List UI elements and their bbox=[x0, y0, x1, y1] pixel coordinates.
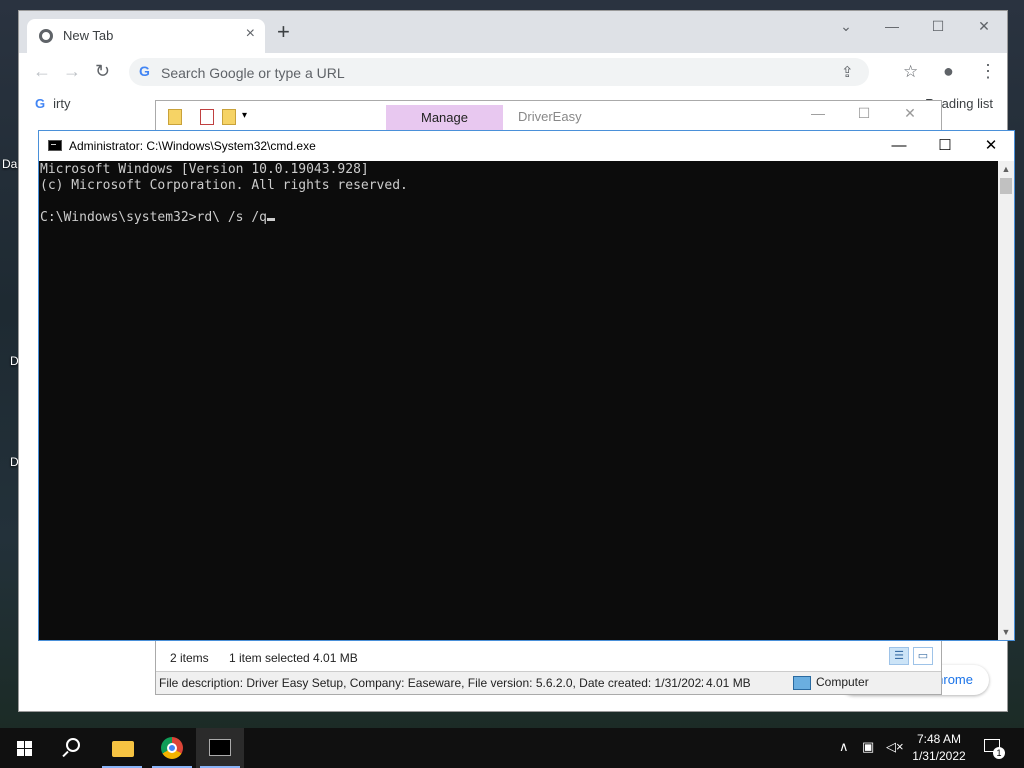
console-line: (c) Microsoft Corporation. All rights re… bbox=[40, 178, 408, 193]
details-view-icon[interactable]: ☰ bbox=[889, 647, 909, 665]
windows-logo-icon bbox=[17, 749, 24, 756]
minimize-icon[interactable]: — bbox=[876, 131, 922, 161]
cmd-icon bbox=[209, 739, 231, 756]
text-cursor bbox=[266, 218, 275, 221]
back-icon[interactable]: ← bbox=[33, 61, 51, 82]
console-line: Microsoft Windows [Version 10.0.19043.92… bbox=[40, 162, 369, 177]
cmd-titlebar: Administrator: C:\Windows\System32\cmd.e… bbox=[39, 131, 1014, 161]
explorer-titlebar: ▾ Manage DriverEasy — ☐ ✕ bbox=[156, 101, 941, 131]
taskbar: ∧ ▣ ◁× 7:48 AM 1/31/2022 1 bbox=[0, 728, 1024, 768]
minimize-icon[interactable]: — bbox=[869, 11, 915, 43]
properties-icon[interactable] bbox=[200, 109, 214, 125]
maximize-icon[interactable]: ☐ bbox=[841, 105, 887, 122]
folder-icon bbox=[112, 741, 134, 757]
search-icon-handle bbox=[62, 750, 69, 758]
network-icon[interactable]: ▣ bbox=[862, 739, 874, 755]
chrome-icon-center bbox=[167, 743, 177, 753]
notification-count: 1 bbox=[993, 747, 1005, 759]
show-hidden-icons-icon[interactable]: ∧ bbox=[839, 739, 849, 755]
chrome-favicon-icon bbox=[39, 29, 53, 43]
close-icon[interactable]: ✕ bbox=[968, 131, 1014, 161]
search-button[interactable] bbox=[48, 728, 96, 768]
toolbar: ← → ↻ G ⇪ ☆ ● ⋮ bbox=[19, 53, 1007, 91]
bookmark-label: irty bbox=[53, 96, 71, 111]
menu-icon[interactable]: ⋮ bbox=[979, 61, 997, 82]
clock[interactable]: 7:48 AM 1/31/2022 bbox=[900, 731, 978, 765]
command-input[interactable]: C:\Windows\system32>rd\ /s /q bbox=[40, 210, 267, 225]
status-bar: 2 items 1 item selected 4.01 MB ☰ ▭ bbox=[156, 647, 941, 669]
action-center-button[interactable]: 1 bbox=[982, 737, 1005, 759]
large-icons-view-icon[interactable]: ▭ bbox=[913, 647, 933, 665]
cmd-taskbar-button[interactable] bbox=[196, 728, 244, 768]
maximize-icon[interactable]: ☐ bbox=[915, 11, 961, 43]
profile-icon[interactable]: ● bbox=[943, 61, 954, 82]
new-folder-icon[interactable] bbox=[222, 109, 236, 125]
location-label: Computer bbox=[816, 675, 869, 689]
windows-logo-icon bbox=[25, 749, 32, 756]
window-title: DriverEasy bbox=[518, 109, 582, 124]
customize-toolbar-icon[interactable]: ▾ bbox=[242, 110, 247, 121]
maximize-icon[interactable]: ☐ bbox=[922, 131, 968, 161]
omnibox[interactable]: G ⇪ bbox=[129, 58, 869, 86]
windows-logo-icon bbox=[17, 741, 24, 748]
file-description: File description: Driver Easy Setup, Com… bbox=[159, 676, 703, 690]
console-prompt-line[interactable]: C:\Windows\system32>rd\ /s /q bbox=[40, 210, 1000, 226]
details-bar: File description: Driver Easy Setup, Com… bbox=[156, 671, 941, 694]
scroll-down-icon[interactable]: ▼ bbox=[998, 624, 1014, 640]
search-icon bbox=[66, 738, 80, 752]
tab-new-tab[interactable]: New Tab × bbox=[27, 19, 265, 53]
google-icon: G bbox=[35, 96, 46, 111]
folder-icon bbox=[168, 109, 182, 125]
windows-logo-icon bbox=[25, 741, 32, 748]
desktop-icon-label[interactable]: Da bbox=[2, 157, 17, 171]
scrollbar-thumb[interactable] bbox=[1000, 178, 1012, 194]
view-toggle: ☰ ▭ bbox=[889, 647, 933, 665]
forward-icon[interactable]: → bbox=[63, 61, 81, 82]
address-input[interactable] bbox=[159, 62, 763, 84]
file-size: 4.01 MB bbox=[706, 676, 751, 690]
item-count: 2 items bbox=[170, 651, 209, 665]
close-icon[interactable]: ✕ bbox=[887, 105, 933, 122]
tab-bar: New Tab × + ⌄ — ☐ ✕ bbox=[19, 11, 1007, 53]
window-title: Administrator: C:\Windows\System32\cmd.e… bbox=[69, 139, 316, 153]
chrome-taskbar-button[interactable] bbox=[148, 728, 196, 768]
console-output[interactable]: Microsoft Windows [Version 10.0.19043.92… bbox=[39, 161, 1000, 641]
date: 1/31/2022 bbox=[912, 749, 966, 763]
minimize-icon[interactable]: — bbox=[795, 105, 841, 122]
google-icon: G bbox=[139, 63, 150, 79]
tab-title: New Tab bbox=[63, 28, 114, 43]
file-explorer-taskbar-button[interactable] bbox=[98, 728, 146, 768]
reload-icon[interactable]: ↻ bbox=[95, 61, 110, 82]
tab-manage[interactable]: Manage bbox=[386, 105, 503, 131]
start-button[interactable] bbox=[0, 728, 48, 768]
window-controls: — ☐ ✕ bbox=[795, 105, 933, 122]
close-icon[interactable]: ✕ bbox=[961, 11, 1007, 43]
selection-info: 1 item selected 4.01 MB bbox=[229, 651, 358, 665]
tab-search-icon[interactable]: ⌄ bbox=[823, 11, 869, 43]
close-icon[interactable]: × bbox=[246, 25, 255, 43]
bookmark-item[interactable]: Girty bbox=[35, 96, 70, 111]
window-controls: — ☐ ✕ bbox=[876, 131, 1014, 161]
location: Computer bbox=[793, 675, 869, 690]
bookmark-star-icon[interactable]: ☆ bbox=[903, 62, 918, 82]
cmd-window: Administrator: C:\Windows\System32\cmd.e… bbox=[38, 130, 1015, 641]
scroll-up-icon[interactable]: ▲ bbox=[998, 161, 1014, 177]
scrollbar[interactable]: ▲ ▼ bbox=[998, 161, 1014, 640]
console-line: ​ bbox=[40, 194, 1000, 210]
window-controls: ⌄ — ☐ ✕ bbox=[823, 11, 1007, 43]
new-tab-button[interactable]: + bbox=[277, 21, 290, 43]
time: 7:48 AM bbox=[916, 732, 962, 746]
computer-icon bbox=[793, 675, 811, 690]
cmd-icon bbox=[48, 140, 62, 151]
share-icon[interactable]: ⇪ bbox=[841, 63, 854, 81]
